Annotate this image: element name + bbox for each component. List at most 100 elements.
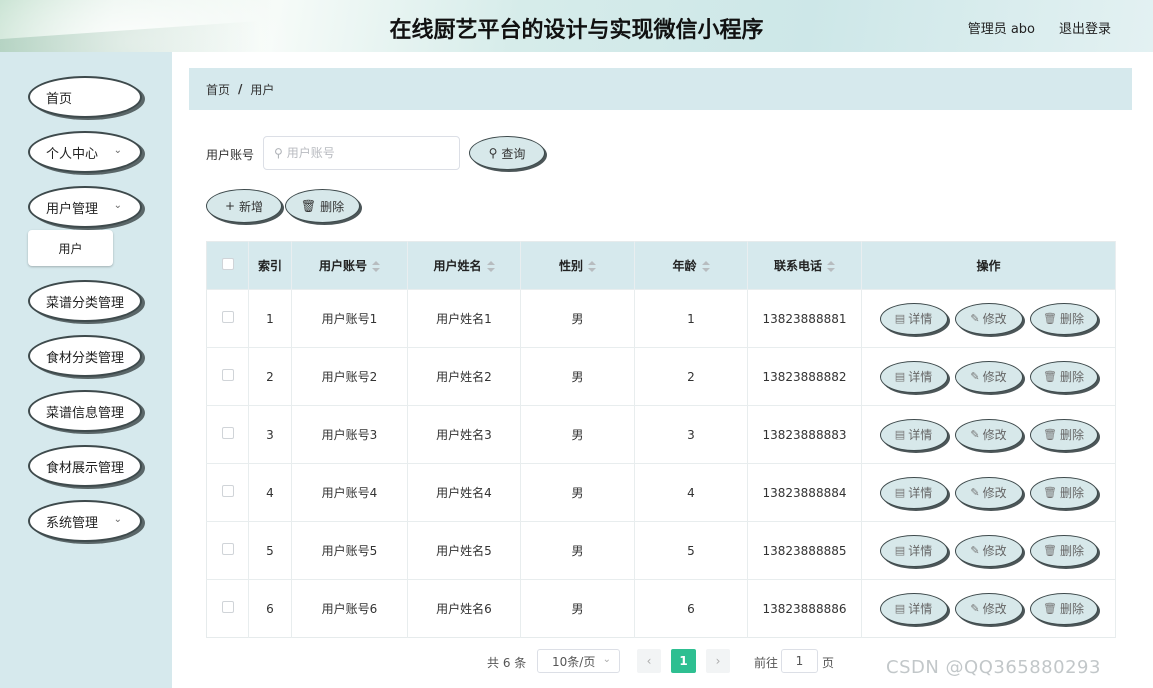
- cell-account: 用户账号3: [291, 405, 408, 464]
- sort-icon[interactable]: [372, 260, 380, 273]
- chevron-up-icon: ⌄: [113, 200, 122, 211]
- cell-phone: 13823888885: [747, 521, 862, 580]
- sort-icon[interactable]: [588, 260, 596, 273]
- row-checkbox[interactable]: [221, 369, 234, 381]
- sidebar-subitem-users[interactable]: 用户: [28, 230, 113, 266]
- table-row: 2 用户账号2 用户姓名2 男 2 13823888882 ▤ 详情 ✎ 修改 🗑 删除: [206, 347, 1116, 406]
- detail-button[interactable]: ▤ 详情: [879, 592, 948, 625]
- query-button[interactable]: ⚲ 查询: [469, 136, 545, 170]
- sidebar-item-profile[interactable]: 个人中心 ⌄: [28, 131, 142, 173]
- cell-age: 4: [634, 463, 748, 522]
- column-header-gender[interactable]: 性别: [520, 241, 635, 290]
- edit-icon: ✎: [970, 428, 980, 441]
- edit-icon: ✎: [970, 486, 980, 499]
- goto-page-input[interactable]: [781, 649, 818, 673]
- sidebar-item-home[interactable]: 首页: [28, 76, 142, 118]
- edit-button[interactable]: ✎ 修改: [954, 534, 1023, 567]
- sidebar-item-label: 食材分类管理: [46, 350, 125, 366]
- select-all-checkbox[interactable]: [221, 258, 234, 270]
- cell-index: 1: [248, 289, 292, 348]
- header: 在线厨艺平台的设计与实现微信小程序 管理员 abo 退出登录: [0, 0, 1153, 52]
- sidebar-item-label: 个人中心: [46, 146, 99, 162]
- delete-button[interactable]: 🗑 删除: [1029, 534, 1098, 567]
- table-row: 5 用户账号5 用户姓名5 男 5 13823888885 ▤ 详情 ✎ 修改 🗑 删除: [206, 521, 1116, 580]
- detail-button[interactable]: ▤ 详情: [879, 534, 948, 567]
- plus-icon: +: [224, 199, 236, 213]
- query-button-label: 查询: [501, 146, 526, 161]
- cell-phone: 13823888882: [747, 347, 862, 406]
- detail-button[interactable]: ▤ 详情: [879, 302, 948, 335]
- breadcrumb-current: 用户: [250, 82, 275, 97]
- column-header-phone[interactable]: 联系电话: [747, 241, 862, 290]
- sidebar-item-recipe-info[interactable]: 菜谱信息管理: [28, 390, 142, 432]
- cell-gender: 男: [520, 463, 635, 522]
- sort-icon[interactable]: [486, 260, 495, 273]
- cell-actions: ▤ 详情 ✎ 修改 🗑 删除: [861, 463, 1116, 522]
- sidebar-item-label: 系统管理: [46, 515, 99, 531]
- search-input[interactable]: [286, 146, 447, 160]
- edit-button[interactable]: ✎ 修改: [954, 418, 1023, 451]
- add-button[interactable]: + 新增: [206, 189, 282, 223]
- search-field[interactable]: ⚲: [263, 136, 460, 170]
- cell-actions: ▤ 详情 ✎ 修改 🗑 删除: [861, 289, 1116, 348]
- current-user: 管理员 abo: [967, 22, 1035, 37]
- document-icon: ▤: [894, 312, 906, 325]
- row-select-cell: [206, 463, 249, 522]
- logout-link[interactable]: 退出登录: [1059, 18, 1111, 37]
- cell-actions: ▤ 详情 ✎ 修改 🗑 删除: [861, 405, 1116, 464]
- prev-page-button[interactable]: ‹: [637, 649, 661, 673]
- table-row: 6 用户账号6 用户姓名6 男 6 13823888886 ▤ 详情 ✎ 修改 🗑 删除: [206, 579, 1116, 638]
- add-button-label: 新增: [239, 199, 264, 214]
- sort-icon[interactable]: [701, 260, 710, 273]
- detail-button[interactable]: ▤ 详情: [879, 476, 948, 509]
- sort-icon[interactable]: [827, 260, 835, 273]
- row-checkbox[interactable]: [221, 543, 234, 555]
- chevron-right-icon: ›: [715, 654, 721, 668]
- row-select-cell: [206, 521, 249, 580]
- row-checkbox[interactable]: [221, 601, 234, 613]
- document-icon: ▤: [894, 544, 906, 557]
- cell-index: 2: [248, 347, 292, 406]
- cell-phone: 13823888883: [747, 405, 862, 464]
- edit-button[interactable]: ✎ 修改: [954, 476, 1023, 509]
- edit-button[interactable]: ✎ 修改: [954, 302, 1023, 335]
- cell-age: 1: [634, 289, 748, 348]
- row-checkbox[interactable]: [221, 485, 234, 497]
- delete-button[interactable]: 🗑 删除: [1029, 592, 1098, 625]
- page-number-current[interactable]: 1: [671, 649, 696, 673]
- row-select-cell: [206, 289, 249, 348]
- delete-button[interactable]: 🗑 删除: [1029, 418, 1098, 451]
- delete-button[interactable]: 🗑 删除: [1029, 360, 1098, 393]
- sidebar-item-ingredient-display[interactable]: 食材展示管理: [28, 445, 142, 487]
- breadcrumb-home[interactable]: 首页: [206, 81, 230, 98]
- trash-icon: 🗑: [1043, 486, 1057, 499]
- row-checkbox[interactable]: [221, 311, 234, 323]
- next-page-button[interactable]: ›: [706, 649, 730, 673]
- delete-button[interactable]: 🗑 删除: [1029, 476, 1098, 509]
- page-size-select[interactable]: 10条/页 ⌄: [537, 649, 620, 673]
- column-header-name[interactable]: 用户姓名: [407, 241, 521, 290]
- select-all-cell: [206, 241, 249, 290]
- row-checkbox[interactable]: [221, 427, 234, 439]
- sidebar-item-label: 菜谱分类管理: [46, 295, 125, 311]
- detail-button[interactable]: ▤ 详情: [879, 360, 948, 393]
- column-header-age[interactable]: 年龄: [634, 241, 748, 290]
- cell-actions: ▤ 详情 ✎ 修改 🗑 删除: [861, 579, 1116, 638]
- sidebar-subitem-label: 用户: [58, 241, 83, 256]
- table-row: 1 用户账号1 用户姓名1 男 1 13823888881 ▤ 详情 ✎ 修改 🗑 删除: [206, 289, 1116, 348]
- detail-button[interactable]: ▤ 详情: [879, 418, 948, 451]
- sidebar-item-system[interactable]: 系统管理 ⌄: [28, 500, 142, 542]
- edit-button[interactable]: ✎ 修改: [954, 360, 1023, 393]
- sidebar-item-ingredient-category[interactable]: 食材分类管理: [28, 335, 142, 377]
- delete-button[interactable]: 🗑 删除: [1029, 302, 1098, 335]
- sidebar-item-label: 菜谱信息管理: [46, 405, 125, 421]
- cell-gender: 男: [520, 289, 635, 348]
- batch-delete-button[interactable]: 🗑 删除: [285, 189, 360, 223]
- edit-icon: ✎: [970, 544, 980, 557]
- sidebar-item-user-management[interactable]: 用户管理 ⌄: [28, 186, 142, 228]
- pagination-total: 共 6 条: [487, 656, 527, 670]
- sidebar-item-recipe-category[interactable]: 菜谱分类管理: [28, 280, 142, 322]
- edit-button[interactable]: ✎ 修改: [954, 592, 1023, 625]
- table-row: 3 用户账号3 用户姓名3 男 3 13823888883 ▤ 详情 ✎ 修改 🗑 删除: [206, 405, 1116, 464]
- column-header-account[interactable]: 用户账号: [291, 241, 408, 290]
